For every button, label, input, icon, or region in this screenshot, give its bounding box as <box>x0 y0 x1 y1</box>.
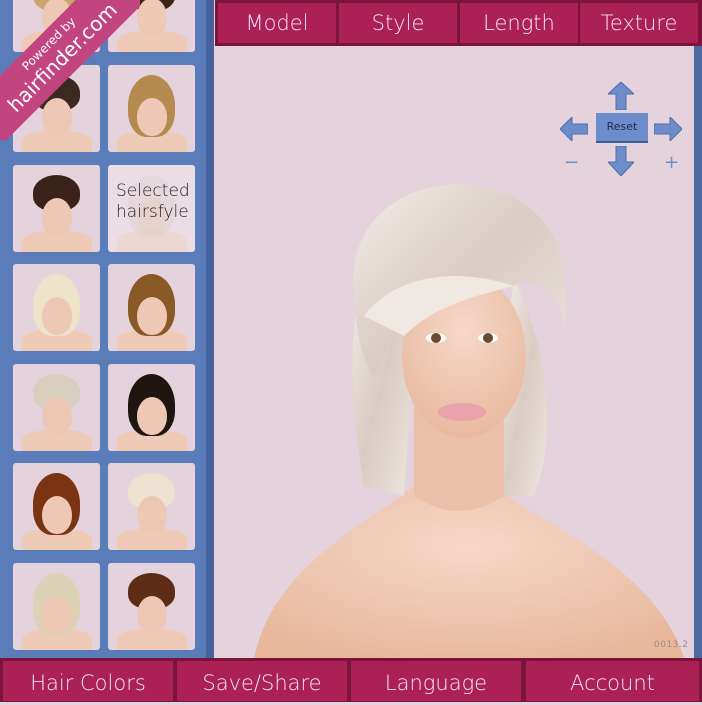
hairstyle-thumbnail[interactable] <box>13 463 100 550</box>
version-number: 0013.2 <box>654 640 689 650</box>
thumbnail-face <box>41 596 72 635</box>
right-edge-bar <box>694 46 702 658</box>
thumbnail-face <box>41 496 72 535</box>
tab-model[interactable]: Model <box>218 3 336 43</box>
move-down-arrow-icon[interactable] <box>608 146 634 176</box>
zoom-in-button[interactable]: + <box>664 152 679 173</box>
top-nav: Model Style Length Texture <box>215 0 702 46</box>
thumbnail-face <box>136 496 167 535</box>
thumbnail-face <box>41 297 72 336</box>
move-up-arrow-icon[interactable] <box>608 82 634 110</box>
hairstyle-thumbnail[interactable] <box>108 264 195 351</box>
bottom-nav: Hair Colors Save/Share Language Account <box>0 658 702 702</box>
sidebar-scrollbar[interactable] <box>206 0 214 658</box>
hair-colors-button[interactable]: Hair Colors <box>3 661 173 701</box>
model-shoulders <box>254 486 684 658</box>
selected-hairstyle-thumbnail[interactable]: Selected hairsfyle <box>108 165 195 252</box>
thumbnail-face <box>136 297 167 336</box>
hairstyle-thumbnail[interactable] <box>108 463 195 550</box>
hairstyle-thumbnail[interactable] <box>108 563 195 650</box>
hairstyle-thumbnail[interactable] <box>13 364 100 451</box>
hairstyle-thumbnail[interactable] <box>13 264 100 351</box>
account-button[interactable]: Account <box>526 661 699 701</box>
selected-hairstyle-label: Selected hairsfyle <box>116 181 190 222</box>
position-controls: Reset − + <box>558 80 688 180</box>
hairstyle-thumbnail[interactable] <box>13 563 100 650</box>
save-share-button[interactable]: Save/Share <box>177 661 347 701</box>
reset-button[interactable]: Reset <box>596 113 648 143</box>
tab-texture[interactable]: Texture <box>580 3 698 43</box>
model-lips <box>438 403 486 421</box>
thumbnail-face <box>136 98 167 137</box>
hairstyle-thumbnail[interactable] <box>108 364 195 451</box>
move-left-arrow-icon[interactable] <box>560 117 588 141</box>
thumbnail-face <box>41 397 72 436</box>
tab-length[interactable]: Length <box>460 3 578 43</box>
hairstyle-thumbnail[interactable] <box>13 165 100 252</box>
language-button[interactable]: Language <box>351 661 521 701</box>
powered-by-ribbon[interactable]: Powered by hairfinder.com <box>0 0 140 140</box>
thumbnail-face <box>41 198 72 237</box>
tab-style[interactable]: Style <box>339 3 457 43</box>
thumbnail-face <box>136 596 167 635</box>
zoom-out-button[interactable]: − <box>564 152 579 173</box>
thumbnail-face <box>136 397 167 436</box>
move-right-arrow-icon[interactable] <box>654 117 682 141</box>
thumbnail-face <box>136 0 167 37</box>
